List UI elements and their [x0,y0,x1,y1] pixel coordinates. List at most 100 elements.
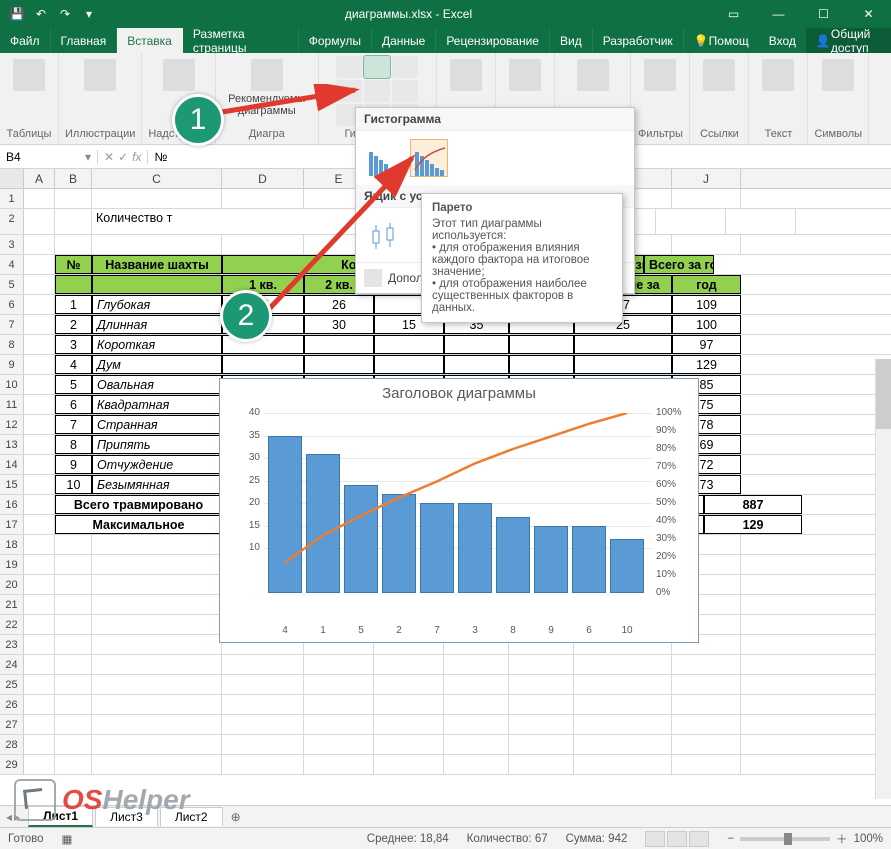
cell[interactable]: 1 [55,295,92,314]
tell-me[interactable]: 💡 Помощ [684,28,759,53]
cell[interactable] [444,675,509,694]
row-header[interactable]: 8 [0,335,24,354]
cell[interactable] [672,715,741,734]
fx-icon[interactable]: fx [132,150,141,164]
cell[interactable] [726,209,796,234]
cell[interactable] [509,695,574,714]
cell[interactable] [672,735,741,754]
links-button[interactable] [696,59,742,91]
statistic-chart-icon[interactable] [364,56,390,78]
column-chart-icon[interactable] [336,56,362,78]
chart-bar[interactable] [382,494,416,593]
chart-bar[interactable] [420,503,454,593]
cell[interactable] [24,735,55,754]
row-header[interactable]: 15 [0,475,24,494]
col-header[interactable]: J [672,169,741,188]
row-header[interactable]: 6 [0,295,24,314]
cell[interactable] [92,595,222,614]
row-header[interactable]: 26 [0,695,24,714]
filters-button[interactable] [637,59,683,91]
cell[interactable] [92,615,222,634]
cell[interactable]: Максимальное [55,515,222,534]
combo-chart-icon[interactable] [392,80,418,102]
chart-bar[interactable] [306,454,340,594]
cell[interactable] [55,189,92,208]
cell[interactable] [24,209,55,234]
cell[interactable]: 109 [672,295,741,314]
cell[interactable]: Странная [92,415,222,434]
cell[interactable] [24,375,55,394]
cell[interactable] [92,555,222,574]
row-header[interactable]: 9 [0,355,24,374]
undo-icon[interactable]: ↶ [30,3,52,25]
cell[interactable] [24,435,55,454]
cell[interactable] [304,715,374,734]
cell[interactable] [574,755,672,774]
cell[interactable] [574,655,672,674]
chart-title[interactable]: Заголовок диаграммы [220,379,698,404]
cell[interactable] [55,275,92,294]
cell[interactable] [24,675,55,694]
cell[interactable] [374,695,444,714]
cell[interactable]: Отчуждение [92,455,222,474]
3d-map-button[interactable] [502,59,548,91]
cell[interactable] [24,695,55,714]
chart-bar[interactable] [496,517,530,594]
cell[interactable] [92,675,222,694]
cell[interactable] [24,515,55,534]
add-sheet-button[interactable]: ⊕ [223,810,249,824]
cell[interactable] [55,755,92,774]
cell[interactable] [509,335,574,354]
cell[interactable] [304,675,374,694]
addins-button[interactable] [156,59,202,91]
cell[interactable] [24,395,55,414]
cell[interactable] [444,755,509,774]
maximize-icon[interactable]: ☐ [801,0,846,28]
cell[interactable]: 97 [672,335,741,354]
select-all[interactable] [0,169,24,188]
chart-bar[interactable] [534,526,568,594]
cell[interactable] [24,615,55,634]
cell[interactable] [92,575,222,594]
cell[interactable] [92,695,222,714]
zoom-level[interactable]: 100% [854,833,883,845]
cell[interactable] [55,675,92,694]
sparklines-button[interactable] [570,59,616,91]
tab-formulas[interactable]: Формулы [299,28,372,53]
cell[interactable] [444,735,509,754]
cell[interactable] [672,655,741,674]
cell[interactable]: 2 [55,315,92,334]
cell[interactable]: 5 [55,375,92,394]
cell[interactable] [55,595,92,614]
cell[interactable] [672,675,741,694]
cell[interactable]: 6 [55,395,92,414]
cell[interactable] [374,675,444,694]
cell[interactable] [444,335,509,354]
zoom-out-icon[interactable]: − [727,833,734,845]
page-layout-view-icon[interactable] [667,831,687,847]
chevron-down-icon[interactable]: ▾ [85,150,91,164]
chart-bar[interactable] [610,539,644,593]
normal-view-icon[interactable] [645,831,665,847]
cell[interactable] [24,255,55,274]
text-button[interactable] [755,59,801,91]
sign-in[interactable]: Вход [759,28,806,53]
cell[interactable] [92,735,222,754]
cell[interactable] [304,655,374,674]
row-header[interactable]: 16 [0,495,24,514]
cell[interactable] [574,735,672,754]
cell[interactable]: год [672,275,741,294]
cell[interactable] [24,295,55,314]
cell[interactable]: Безымянная [92,475,222,494]
cell[interactable] [24,355,55,374]
cell[interactable] [509,355,574,374]
cell[interactable] [374,715,444,734]
cell[interactable] [24,655,55,674]
row-header[interactable]: 20 [0,575,24,594]
cell[interactable] [24,575,55,594]
row-header[interactable]: 10 [0,375,24,394]
cell[interactable]: 887 [704,495,802,514]
cell[interactable] [672,755,741,774]
cell[interactable] [374,355,444,374]
cell[interactable]: Длинная [92,315,222,334]
